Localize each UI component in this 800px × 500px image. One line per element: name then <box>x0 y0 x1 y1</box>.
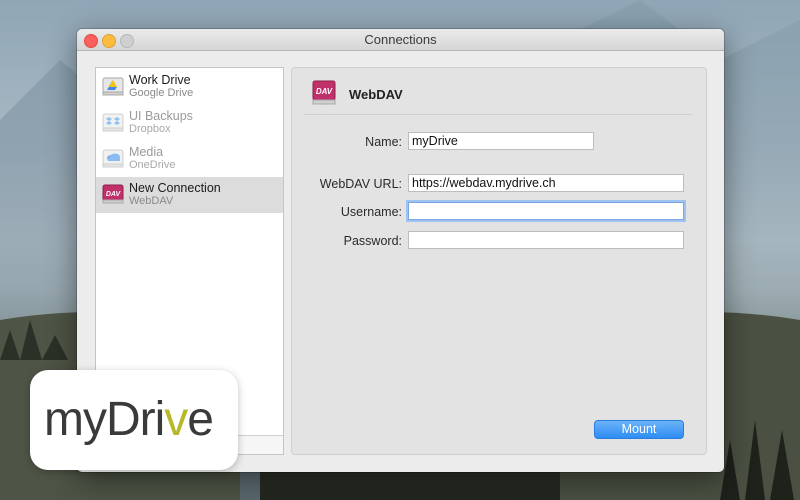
name-field[interactable] <box>408 132 594 150</box>
webdav-icon: DAV <box>102 184 124 204</box>
webdav-icon: DAV <box>312 80 336 105</box>
window-title: Connections <box>364 32 437 47</box>
connection-type: Dropbox <box>129 123 171 135</box>
onedrive-icon <box>102 149 124 168</box>
logo-text: myDrive <box>44 393 214 446</box>
svg-text:DAV: DAV <box>106 191 122 198</box>
mydrive-logo: myDrive <box>30 370 238 470</box>
connection-name: Media <box>129 145 164 159</box>
google-drive-icon <box>102 77 124 96</box>
svg-text:DAV: DAV <box>316 87 333 96</box>
connection-name: Work Drive <box>129 73 191 87</box>
connection-type: OneDrive <box>129 159 176 171</box>
webdav-url-field[interactable] <box>408 174 684 192</box>
webdav-url-label: WebDAV URL: <box>319 177 402 191</box>
username-field[interactable] <box>408 202 684 220</box>
connection-detail-panel: DAV WebDAV Name: WebDAV URL: Username: P… <box>291 67 707 455</box>
connection-item-new-connection[interactable]: DAV New Connection WebDAV <box>96 177 283 213</box>
connection-item-ui-backups[interactable]: UI Backups Dropbox <box>96 105 283 141</box>
username-label: Username: <box>340 205 402 219</box>
password-label: Password: <box>343 234 402 248</box>
connection-name: New Connection <box>129 181 221 195</box>
title-bar[interactable]: Connections <box>77 29 724 51</box>
connection-item-media[interactable]: Media OneDrive <box>96 141 283 177</box>
divider <box>304 114 692 115</box>
connection-type: Google Drive <box>129 87 194 99</box>
connection-name: UI Backups <box>129 109 193 123</box>
connection-type: WebDAV <box>129 195 174 207</box>
panel-title: WebDAV <box>349 87 403 102</box>
connection-item-work-drive[interactable]: Work Drive Google Drive <box>96 69 283 105</box>
mount-button[interactable]: Mount <box>594 420 684 439</box>
name-label: Name: <box>365 135 402 149</box>
password-field[interactable] <box>408 231 684 249</box>
dropbox-icon <box>102 113 124 132</box>
